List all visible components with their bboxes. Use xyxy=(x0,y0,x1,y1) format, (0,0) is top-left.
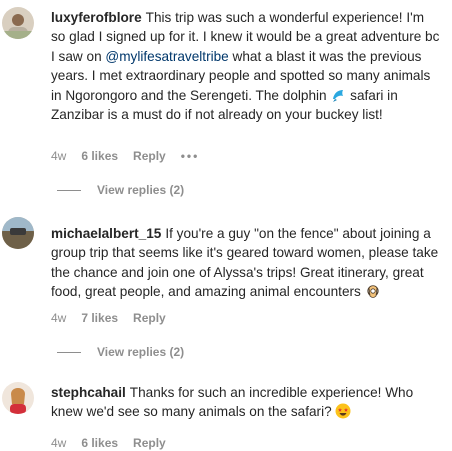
comment-age: 4w xyxy=(51,149,67,163)
dolphin-emoji-icon xyxy=(330,87,346,103)
ok-hand-emoji-icon xyxy=(365,283,381,299)
view-replies-button[interactable]: View replies (2) xyxy=(57,182,184,198)
view-replies-label: View replies (2) xyxy=(97,345,185,359)
username-link[interactable]: luxyferofblore xyxy=(51,10,142,25)
comment-text: stephcahail Thanks for such an incredible… xyxy=(51,383,441,422)
comment-meta: 4w 6 likes Reply xyxy=(51,435,181,451)
comment-text: luxyferofblore This trip was such a wonde… xyxy=(51,8,441,124)
avatar[interactable] xyxy=(2,217,34,249)
mention-link[interactable]: @mylifesatraveltribe xyxy=(105,49,228,64)
star-struck-emoji-icon xyxy=(335,403,351,419)
comment-age: 4w xyxy=(51,311,67,325)
divider xyxy=(57,351,81,353)
avatar[interactable] xyxy=(2,7,34,39)
reply-button[interactable]: Reply xyxy=(133,436,166,450)
reply-button[interactable]: Reply xyxy=(133,311,166,325)
comment-text: michaelalbert_15 If you're a guy "on the … xyxy=(51,224,441,302)
username-link[interactable]: stephcahail xyxy=(51,385,126,400)
avatar[interactable] xyxy=(2,382,34,414)
comment-age: 4w xyxy=(51,436,67,450)
comment-meta: 4w 6 likes Reply ••• xyxy=(51,148,214,164)
more-options-icon[interactable]: ••• xyxy=(181,149,200,163)
likes-count[interactable]: 7 likes xyxy=(81,311,118,325)
likes-count[interactable]: 6 likes xyxy=(81,149,118,163)
reply-button[interactable]: Reply xyxy=(133,149,166,163)
view-replies-label: View replies (2) xyxy=(97,183,185,197)
likes-count[interactable]: 6 likes xyxy=(81,436,118,450)
view-replies-button[interactable]: View replies (2) xyxy=(57,344,184,360)
divider xyxy=(57,189,81,191)
username-link[interactable]: michaelalbert_15 xyxy=(51,226,161,241)
comment-meta: 4w 7 likes Reply xyxy=(51,310,181,326)
